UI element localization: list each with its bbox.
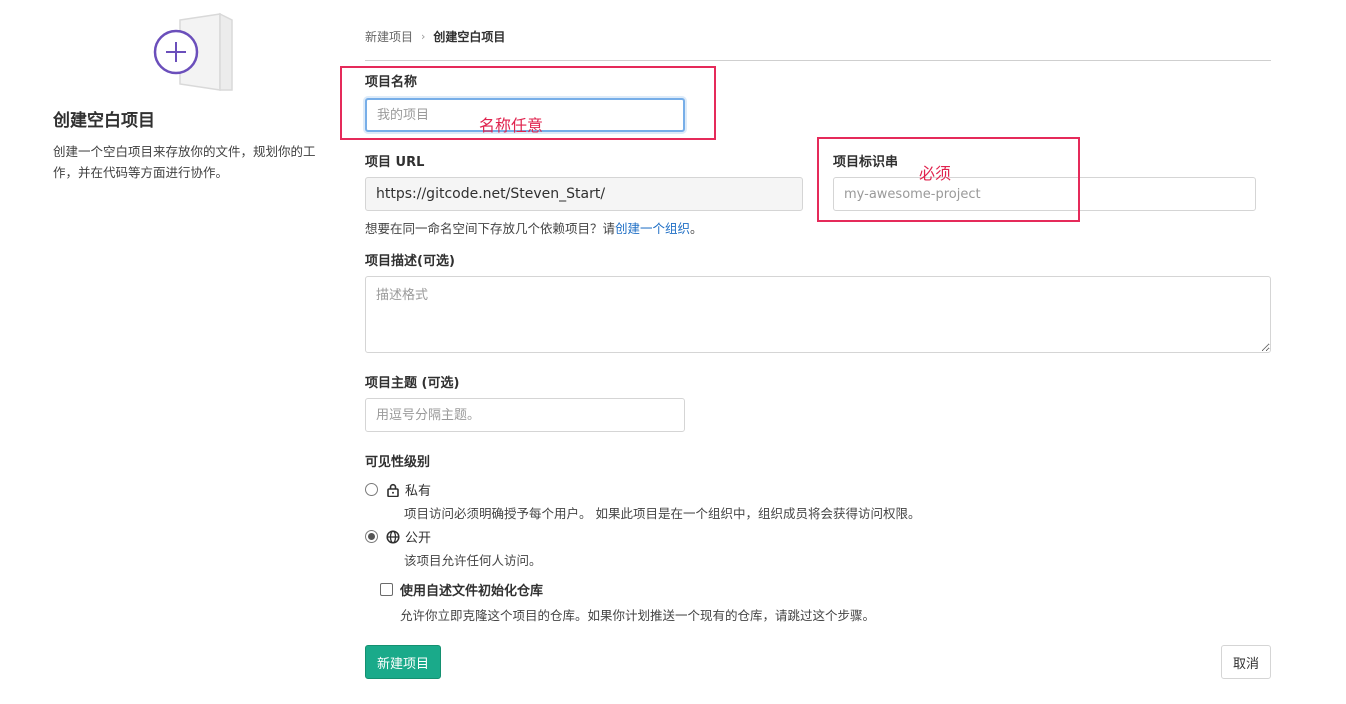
private-radio[interactable] (365, 483, 378, 496)
project-description-textarea[interactable] (365, 276, 1271, 353)
public-option-description: 该项目允许任何人访问。 (404, 553, 542, 568)
readme-init-description: 允许你立即克隆这个项目的仓库。如果你计划推送一个现有的仓库，请跳过这个步骤。 (400, 608, 876, 623)
group-help-text: 想要在同一命名空间下存放几个依赖项目？请创建一个组织。 (365, 218, 703, 237)
group-help-prefix: 想要在同一命名空间下存放几个依赖项目？请 (365, 221, 616, 236)
public-radio[interactable] (365, 530, 378, 543)
project-url-label: 项目 URL (365, 155, 425, 170)
sidebar-description: 创建一个空白项目来存放你的文件，规划你的工作，并在代码等方面进行协作。 (53, 144, 316, 180)
visibility-label: 可见性级别 (365, 455, 431, 470)
blank-project-illustration (153, 12, 233, 91)
project-description-label: 项目描述(可选) (365, 254, 455, 269)
visibility-option-public[interactable]: 公开 该项目允许任何人访问。 (365, 527, 542, 569)
private-option-description: 项目访问必须明确授予每个用户。 如果此项目是在一个组织中，组织成员将会获得访问权… (404, 506, 921, 521)
group-help-suffix: 。 (690, 221, 703, 236)
readme-init-option[interactable]: 使用自述文件初始化仓库 允许你立即克隆这个项目的仓库。如果你计划推送一个现有的仓… (380, 580, 875, 624)
sidebar-title: 创建空白项目 (53, 111, 155, 131)
breadcrumb-separator: › (421, 30, 426, 43)
create-project-button[interactable]: 新建项目 (365, 645, 442, 679)
globe-icon (386, 529, 400, 544)
private-option-title: 私有 (405, 484, 432, 499)
project-topics-label: 项目主题 (可选) (365, 376, 460, 391)
readme-init-checkbox[interactable] (380, 583, 393, 596)
breadcrumb-current: 创建空白项目 (433, 30, 506, 44)
project-url-field[interactable] (365, 177, 803, 211)
create-group-link[interactable]: 创建一个组织 (615, 221, 690, 236)
cancel-button[interactable]: 取消 (1221, 645, 1271, 679)
lock-icon (387, 483, 399, 497)
annotation-name-note: 名称任意 (479, 116, 544, 135)
public-option-title: 公开 (405, 531, 432, 546)
breadcrumb: 新建项目 › 创建空白项目 (365, 28, 505, 45)
header-divider (365, 60, 1271, 61)
breadcrumb-parent-link[interactable]: 新建项目 (365, 28, 413, 45)
project-topics-input[interactable] (365, 398, 685, 432)
visibility-option-private[interactable]: 私有 项目访问必须明确授予每个用户。 如果此项目是在一个组织中，组织成员将会获得… (365, 480, 920, 522)
readme-init-title: 使用自述文件初始化仓库 (400, 584, 544, 599)
annotation-slug-note: 必须 (919, 164, 952, 183)
